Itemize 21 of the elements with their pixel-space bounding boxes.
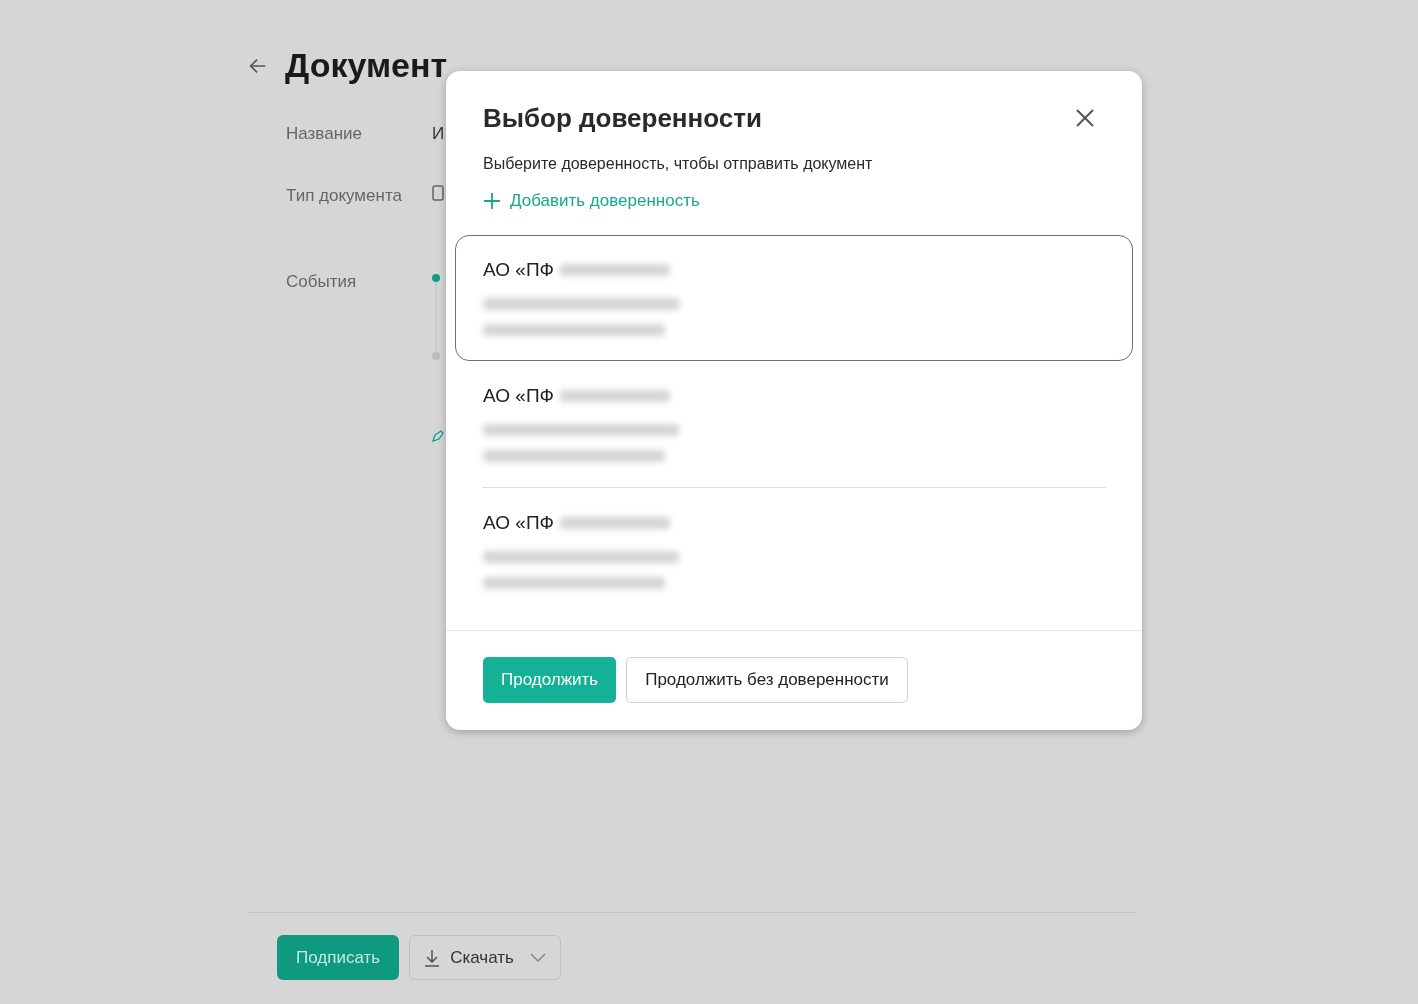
continue-without-proxy-button[interactable]: Продолжить без доверенности	[626, 657, 908, 703]
proxy-name: АО «ПФ	[483, 257, 554, 282]
pencil-icon	[432, 430, 444, 442]
proxy-item[interactable]: АО «ПФ	[455, 234, 1133, 361]
field-label: Название	[286, 123, 363, 145]
close-icon[interactable]	[1076, 109, 1094, 127]
proxy-item[interactable]: АО «ПФ	[455, 360, 1133, 487]
download-icon	[424, 948, 441, 967]
field-value: И	[432, 123, 445, 145]
dialog-subtitle: Выберите доверенность, чтобы отправить документ	[482, 154, 874, 174]
chevron-down-icon	[529, 952, 546, 963]
document-icon	[432, 185, 444, 201]
plus-icon	[483, 191, 501, 210]
proxy-name: АО «ПФ	[483, 383, 554, 408]
field-label: Тип документа	[286, 185, 403, 207]
proxy-item[interactable]: АО «ПФ	[455, 487, 1133, 614]
page-title: Документ	[285, 45, 448, 86]
proxy-name: АО «ПФ	[483, 510, 554, 535]
dialog-title: Выбор доверенности	[483, 102, 762, 135]
field-label: События	[286, 271, 358, 293]
download-button[interactable]: Скачать	[409, 935, 561, 980]
